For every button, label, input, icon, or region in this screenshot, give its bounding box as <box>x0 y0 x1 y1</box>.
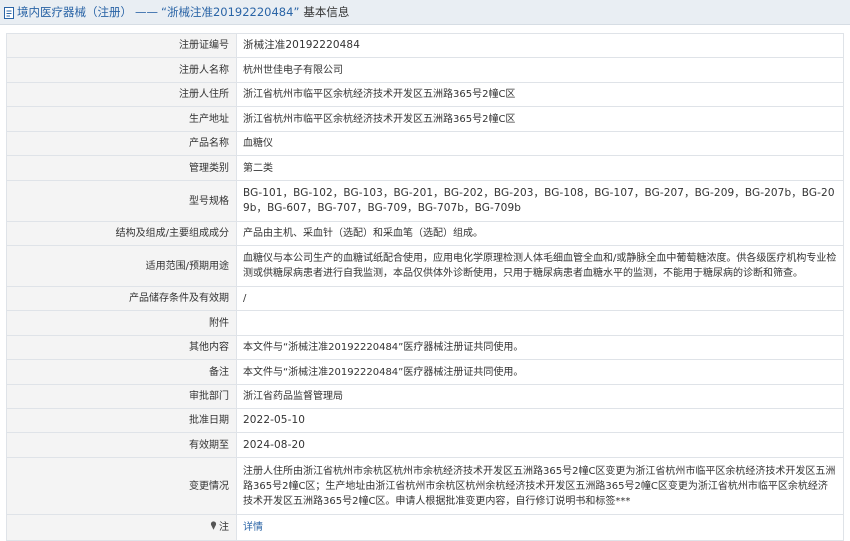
table-row: 注册人住所 浙江省杭州市临平区余杭经济技术开发区五洲路365号2幢C区 <box>6 82 844 107</box>
header-separator: —— <box>135 5 158 19</box>
field-value: 第二类 <box>236 155 844 181</box>
field-value <box>236 310 844 336</box>
table-row: 审批部门 浙江省药品监督管理局 <box>6 384 844 409</box>
note-label-cell: 注 <box>6 514 237 541</box>
table-row: 注 详情 <box>6 514 844 541</box>
table-row: 适用范围/预期用途 血糖仪与本公司生产的血糖试纸配合使用，应用电化学原理检测人体… <box>6 245 844 287</box>
field-label: 附件 <box>6 310 237 336</box>
field-value: 浙江省杭州市临平区余杭经济技术开发区五洲路365号2幢C区 <box>236 106 844 132</box>
pin-icon <box>210 520 217 536</box>
field-label: 备注 <box>6 359 237 385</box>
field-label: 注册人住所 <box>6 82 237 107</box>
field-label: 注册证编号 <box>6 33 237 58</box>
field-value: 注册人住所由浙江省杭州市余杭区杭州市余杭经济技术开发区五洲路365号2幢C区变更… <box>236 457 844 515</box>
info-table: 注册证编号 浙械注准20192220484 注册人名称 杭州世佳电子有限公司 注… <box>6 33 844 541</box>
table-row: 附件 <box>6 310 844 336</box>
field-label: 生产地址 <box>6 106 237 132</box>
field-label: 适用范围/预期用途 <box>6 245 237 287</box>
section-label[interactable]: 境内医疗器械（注册） <box>17 4 132 20</box>
header-suffix: 基本信息 <box>303 5 350 19</box>
field-value: 血糖仪与本公司生产的血糖试纸配合使用，应用电化学原理检测人体毛细血管全血和/或静… <box>236 245 844 287</box>
table-row: 备注 本文件与“浙械注准20192220484”医疗器械注册证共同使用。 <box>6 359 844 385</box>
field-value: 2024-08-20 <box>236 432 844 458</box>
field-value: 产品由主机、采血针（选配）和采血笔（选配）组成。 <box>236 221 844 246</box>
field-value: 浙江省杭州市临平区余杭经济技术开发区五洲路365号2幢C区 <box>236 82 844 107</box>
table-row: 其他内容 本文件与“浙械注准20192220484”医疗器械注册证共同使用。 <box>6 335 844 360</box>
table-row: 变更情况 注册人住所由浙江省杭州市余杭区杭州市余杭经济技术开发区五洲路365号2… <box>6 457 844 515</box>
table-row: 注册证编号 浙械注准20192220484 <box>6 33 844 58</box>
field-label: 产品名称 <box>6 131 237 156</box>
note-label: 注 <box>219 521 229 533</box>
field-value: 2022-05-10 <box>236 408 844 433</box>
table-row: 管理类别 第二类 <box>6 155 844 181</box>
field-label: 结构及组成/主要组成成分 <box>6 221 237 246</box>
table-row: 型号规格 BG-101，BG-102，BG-103，BG-201，BG-202，… <box>6 180 844 222</box>
field-value: 本文件与“浙械注准20192220484”医疗器械注册证共同使用。 <box>236 359 844 385</box>
field-label: 型号规格 <box>6 180 237 222</box>
field-value: / <box>236 286 844 311</box>
field-label: 其他内容 <box>6 335 237 360</box>
field-label: 注册人名称 <box>6 57 237 83</box>
table-row: 有效期至 2024-08-20 <box>6 432 844 458</box>
page-header: 境内医疗器械（注册） —— “浙械注准20192220484” 基本信息 <box>0 0 850 25</box>
field-value: 杭州世佳电子有限公司 <box>236 57 844 83</box>
table-row: 生产地址 浙江省杭州市临平区余杭经济技术开发区五洲路365号2幢C区 <box>6 106 844 132</box>
table-row: 注册人名称 杭州世佳电子有限公司 <box>6 57 844 83</box>
field-label: 管理类别 <box>6 155 237 181</box>
table-row: 产品储存条件及有效期 / <box>6 286 844 311</box>
table-row: 产品名称 血糖仪 <box>6 131 844 156</box>
note-value: 详情 <box>236 514 844 541</box>
details-link[interactable]: 详情 <box>243 522 263 533</box>
field-value: 浙械注准20192220484 <box>236 33 844 58</box>
record-title: “浙械注准20192220484” <box>161 5 300 19</box>
field-value: 血糖仪 <box>236 131 844 156</box>
table-row: 结构及组成/主要组成成分 产品由主机、采血针（选配）和采血笔（选配）组成。 <box>6 221 844 246</box>
field-label: 批准日期 <box>6 408 237 433</box>
field-label: 产品储存条件及有效期 <box>6 286 237 311</box>
field-value: BG-101，BG-102，BG-103，BG-201，BG-202，BG-20… <box>236 180 844 222</box>
field-value: 浙江省药品监督管理局 <box>236 384 844 409</box>
table-row: 批准日期 2022-05-10 <box>6 408 844 433</box>
document-icon <box>4 7 14 19</box>
field-value: 本文件与“浙械注准20192220484”医疗器械注册证共同使用。 <box>236 335 844 360</box>
field-label: 审批部门 <box>6 384 237 409</box>
field-label: 变更情况 <box>6 457 237 515</box>
field-label: 有效期至 <box>6 432 237 458</box>
